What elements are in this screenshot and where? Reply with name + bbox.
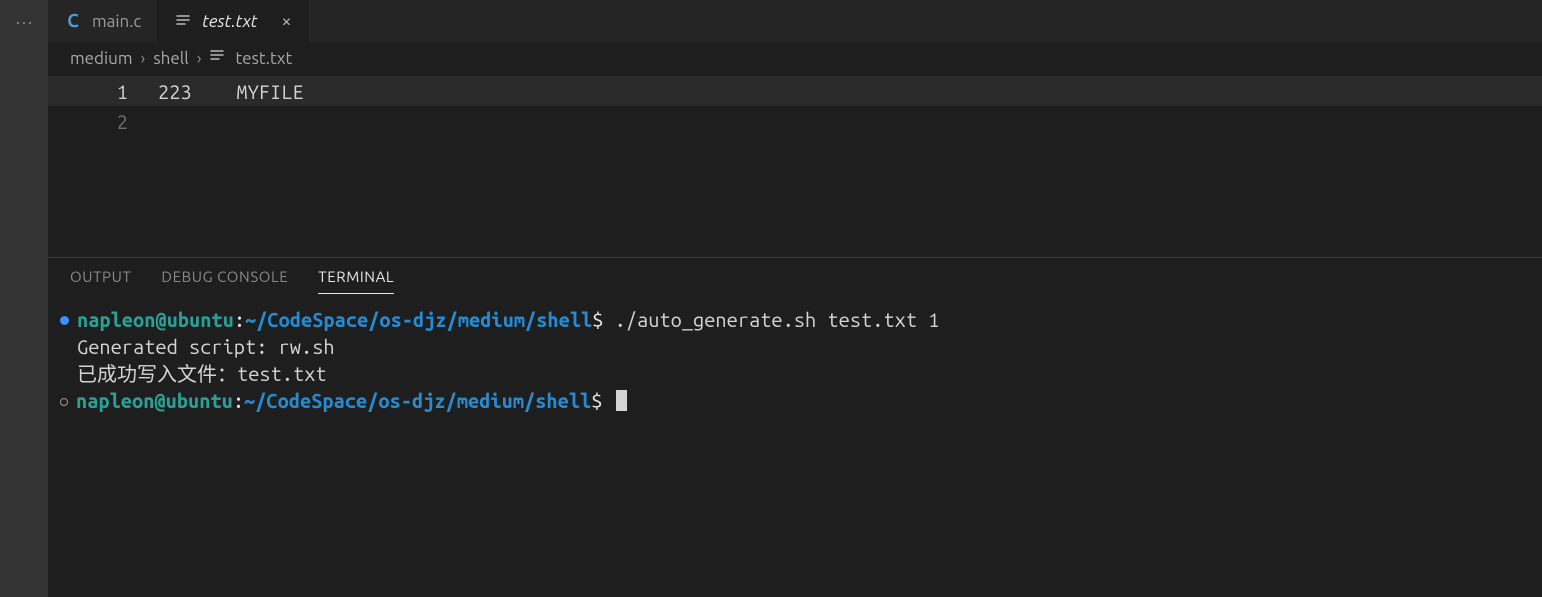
- terminal-line: 已成功写入文件：test.txt: [60, 360, 1524, 387]
- terminal-cursor: [616, 390, 627, 411]
- line-number: 2: [48, 110, 158, 133]
- modified-indicator-icon: [60, 316, 69, 325]
- c-file-icon: C: [64, 11, 82, 31]
- editor[interactable]: 1 223 MYFILE 2: [48, 72, 1542, 136]
- panel-tabs: OUTPUT DEBUG CONSOLE TERMINAL: [48, 258, 1542, 294]
- panel: OUTPUT DEBUG CONSOLE TERMINAL napleon@ub…: [48, 257, 1542, 597]
- tab-main-c[interactable]: C main.c: [48, 0, 158, 42]
- terminal[interactable]: napleon@ubuntu:~/CodeSpace/os-djz/medium…: [48, 294, 1542, 597]
- editor-empty-space[interactable]: [48, 136, 1542, 257]
- breadcrumb[interactable]: medium › shell › test.txt: [48, 42, 1542, 72]
- editor-line[interactable]: 1 223 MYFILE: [48, 76, 1542, 106]
- tab-bar: C main.c test.txt ×: [48, 0, 1542, 42]
- chevron-right-icon: ›: [197, 49, 202, 68]
- panel-tab-debug-console[interactable]: DEBUG CONSOLE: [161, 268, 288, 294]
- breadcrumb-segment[interactable]: shell: [153, 49, 188, 68]
- terminal-line: Generated script: rw.sh: [60, 333, 1524, 360]
- tab-label: main.c: [92, 12, 141, 31]
- terminal-text: Generated script: rw.sh: [77, 333, 335, 360]
- prompt-indicator-icon: [60, 398, 68, 406]
- terminal-text[interactable]: napleon@ubuntu:~/CodeSpace/os-djz/medium…: [76, 387, 627, 414]
- tab-label: test.txt: [202, 12, 257, 31]
- main-area: C main.c test.txt × medium › shell › tes…: [48, 0, 1542, 597]
- line-content[interactable]: 223 MYFILE: [158, 80, 304, 103]
- more-icon[interactable]: …: [15, 8, 33, 28]
- breadcrumb-file[interactable]: test.txt: [235, 49, 292, 68]
- terminal-line: napleon@ubuntu:~/CodeSpace/os-djz/medium…: [60, 387, 1524, 414]
- spacer: [60, 370, 69, 379]
- chevron-right-icon: ›: [141, 49, 146, 68]
- tab-test-txt[interactable]: test.txt ×: [158, 0, 308, 42]
- activity-bar: …: [0, 0, 48, 597]
- terminal-line: napleon@ubuntu:~/CodeSpace/os-djz/medium…: [60, 306, 1524, 333]
- breadcrumb-segment[interactable]: medium: [70, 49, 133, 68]
- close-icon[interactable]: ×: [281, 11, 291, 31]
- line-number: 1: [48, 80, 158, 103]
- editor-line[interactable]: 2: [48, 106, 1542, 136]
- terminal-text: napleon@ubuntu:~/CodeSpace/os-djz/medium…: [77, 306, 939, 333]
- panel-tab-output[interactable]: OUTPUT: [70, 268, 131, 294]
- terminal-text: 已成功写入文件：test.txt: [77, 360, 327, 387]
- panel-tab-terminal[interactable]: TERMINAL: [318, 268, 394, 294]
- spacer: [60, 343, 69, 352]
- text-file-icon: [174, 13, 192, 29]
- text-file-icon: [209, 48, 225, 68]
